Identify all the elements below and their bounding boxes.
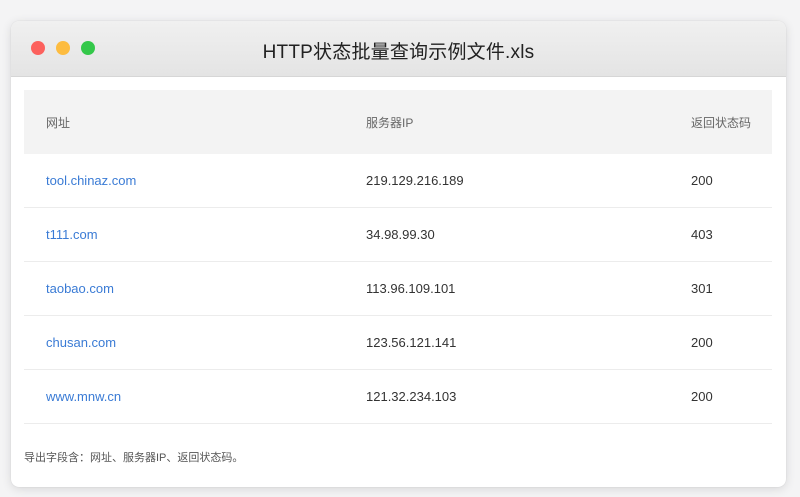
cell-status: 301 — [691, 261, 772, 316]
column-header-status-code: 返回状态码 — [691, 115, 752, 130]
cell-ip: 123.56.121.141 — [366, 315, 691, 370]
column-header-url: 网址 — [46, 115, 71, 130]
cell-status: 403 — [691, 207, 772, 262]
table-row: taobao.com 113.96.109.101 301 — [24, 261, 772, 316]
results-table: 网址 服务器IP 返回状态码 tool.chinaz.com 219.129.2… — [24, 90, 772, 424]
table-row: t111.com 34.98.99.30 403 — [24, 207, 772, 262]
column-header-server-ip: 服务器IP — [366, 115, 414, 130]
cell-url[interactable]: taobao.com — [24, 261, 366, 316]
cell-url[interactable]: www.mnw.cn — [24, 369, 366, 424]
cell-ip: 219.129.216.189 — [366, 154, 691, 208]
title-bar: HTTP状态批量查询示例文件.xls — [11, 21, 786, 77]
cell-url[interactable]: tool.chinaz.com — [24, 154, 366, 208]
table-row: chusan.com 123.56.121.141 200 — [24, 315, 772, 370]
cell-status: 200 — [691, 369, 772, 424]
cell-ip: 121.32.234.103 — [366, 369, 691, 424]
cell-ip: 113.96.109.101 — [366, 261, 691, 316]
cell-url[interactable]: chusan.com — [24, 315, 366, 370]
cell-ip: 34.98.99.30 — [366, 207, 691, 262]
results-table-container: 网址 服务器IP 返回状态码 tool.chinaz.com 219.129.2… — [24, 90, 772, 424]
window-title: HTTP状态批量查询示例文件.xls — [262, 42, 535, 63]
cell-status: 200 — [691, 315, 772, 370]
export-fields-note: 导出字段含：网址、服务器IP、返回状态码。 — [24, 452, 244, 464]
table-header-row: 网址 服务器IP 返回状态码 — [24, 90, 772, 154]
table-row: tool.chinaz.com 219.129.216.189 200 — [24, 154, 772, 208]
app-window: HTTP状态批量查询示例文件.xls 网址 服务器IP 返回状态码 tool.c… — [11, 21, 786, 487]
cell-status: 200 — [691, 154, 772, 208]
table-row: www.mnw.cn 121.32.234.103 200 — [24, 369, 772, 424]
cell-url[interactable]: t111.com — [24, 207, 366, 262]
